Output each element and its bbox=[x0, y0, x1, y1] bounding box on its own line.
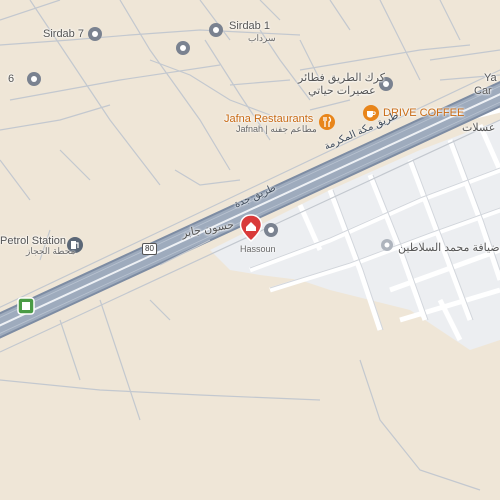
label-sirdab1-ar: سرداب bbox=[248, 33, 276, 43]
label-ya: Ya bbox=[484, 72, 497, 84]
green-location-icon[interactable] bbox=[17, 297, 35, 320]
label-asal: عسلات bbox=[462, 122, 496, 134]
label-sirdab7: Sirdab 7 bbox=[43, 28, 84, 40]
restaurant-icon[interactable] bbox=[318, 113, 336, 136]
label-karak: كرك الطريق فطائر bbox=[298, 72, 385, 84]
poi-pin-sirdab7[interactable] bbox=[87, 26, 103, 47]
label-karak-2: عصيرات حياتي bbox=[308, 85, 376, 97]
label-petrol-sub: محطة الحجاز bbox=[26, 246, 76, 256]
store-pin-icon[interactable] bbox=[239, 214, 263, 247]
label-sirdab1: Sirdab 1 bbox=[229, 20, 270, 32]
label-sirdab6: 6 bbox=[8, 73, 15, 85]
poi-pin-unnamed[interactable] bbox=[175, 40, 191, 61]
poi-pin-near-hassoun[interactable] bbox=[263, 222, 279, 243]
label-jafna-sub: Jafnah | مطاعم جفنه bbox=[236, 124, 317, 134]
label-car: Car bbox=[474, 85, 492, 97]
label-dhiyafa: ضيافة محمد السلاطين bbox=[398, 242, 500, 254]
label-hassoun-sub: Hassoun bbox=[240, 244, 276, 254]
poi-pin-dhiyafa[interactable] bbox=[380, 238, 394, 257]
map-view[interactable]: 80 Sirdab 1 سرداب Sirdab 7 6 كرك الطريق … bbox=[0, 0, 500, 500]
poi-pin-sirdab6[interactable] bbox=[26, 71, 42, 92]
route-shield: 80 bbox=[142, 243, 157, 255]
poi-pin-sirdab1[interactable] bbox=[208, 22, 224, 43]
